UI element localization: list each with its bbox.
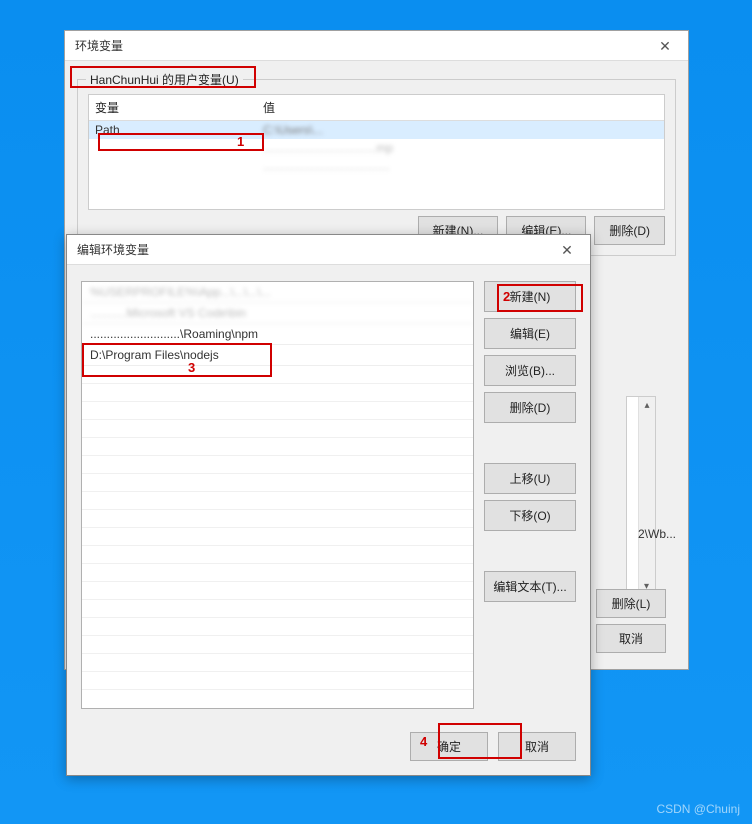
- empty-rows: [82, 366, 473, 709]
- cell-val: ..................................mp: [257, 141, 664, 155]
- annotation-3: 3: [188, 360, 195, 375]
- close-icon[interactable]: ✕: [544, 235, 590, 265]
- dialog2-bottom-buttons: 确定 取消: [410, 732, 576, 761]
- new-button[interactable]: 新建(N): [484, 281, 576, 312]
- annotation-4: 4: [420, 734, 427, 749]
- cell-val: ......................................: [257, 159, 664, 173]
- scrollbar[interactable]: ▴ ▾: [638, 397, 655, 595]
- system-vars-buttons: 删除(L): [596, 589, 666, 618]
- dialog1-bottom-buttons: 取消: [596, 624, 666, 653]
- cell-var: [89, 141, 257, 155]
- edit-button[interactable]: 编辑(E): [484, 318, 576, 349]
- list-item[interactable]: ...........................\Roaming\npm: [82, 324, 473, 345]
- moveup-button[interactable]: 上移(U): [484, 463, 576, 494]
- dialog1-titlebar[interactable]: 环境变量 ✕: [65, 31, 688, 61]
- dialog2-titlebar[interactable]: 编辑环境变量 ✕: [67, 235, 590, 265]
- edittext-button[interactable]: 编辑文本(T)...: [484, 571, 576, 602]
- scroll-track[interactable]: [638, 414, 655, 578]
- table-body: Path C:\Users\... ......................…: [89, 121, 664, 209]
- table-row[interactable]: ......................................: [89, 157, 664, 175]
- watermark: CSDN @Chuinj: [656, 802, 740, 816]
- list-item[interactable]: ...........Microsoft VS Code\bin: [82, 303, 473, 324]
- cancel-button[interactable]: 取消: [498, 732, 576, 761]
- user-vars-legend: HanChunHui 的用户变量(U): [86, 71, 243, 88]
- dialog1-cancel-button[interactable]: 取消: [596, 624, 666, 653]
- annotation-2: 2: [503, 289, 510, 304]
- browse-button[interactable]: 浏览(B)...: [484, 355, 576, 386]
- dialog1-title: 环境变量: [75, 37, 123, 54]
- delete-button[interactable]: 删除(D): [484, 392, 576, 423]
- user-vars-table[interactable]: 变量 值 Path C:\Users\... .................…: [88, 94, 665, 210]
- cell-var: [89, 159, 257, 173]
- dialog2-title: 编辑环境变量: [77, 241, 149, 258]
- list-item[interactable]: %USERPROFILE%\App...\...\...\...: [82, 282, 473, 303]
- scroll-up-icon[interactable]: ▴: [639, 397, 655, 414]
- cell-var: Path: [89, 123, 257, 137]
- table-header: 变量 值: [89, 95, 664, 121]
- system-vars-list[interactable]: ▴ ▾: [626, 396, 656, 596]
- table-row[interactable]: ..................................mp: [89, 139, 664, 157]
- movedown-button[interactable]: 下移(O): [484, 500, 576, 531]
- list-item-nodejs[interactable]: D:\Program Files\nodejs: [82, 345, 473, 366]
- delete-sys-var-button[interactable]: 删除(L): [596, 589, 666, 618]
- path-listbox[interactable]: %USERPROFILE%\App...\...\...\... .......…: [81, 281, 474, 709]
- col-variable: 变量: [89, 99, 257, 116]
- delete-user-var-button[interactable]: 删除(D): [594, 216, 665, 245]
- annotation-1: 1: [237, 134, 244, 149]
- user-vars-group: HanChunHui 的用户变量(U) 变量 值 Path C:\Users\.…: [77, 79, 676, 256]
- dialog2-side-buttons: 新建(N) 编辑(E) 浏览(B)... 删除(D) 上移(U) 下移(O) 编…: [484, 281, 576, 709]
- col-value: 值: [257, 99, 664, 116]
- edit-env-var-dialog: 编辑环境变量 ✕ %USERPROFILE%\App...\...\...\..…: [66, 234, 591, 776]
- system-list-item[interactable]: 2\Wb...: [638, 527, 676, 541]
- dialog2-body: %USERPROFILE%\App...\...\...\... .......…: [67, 265, 590, 723]
- cell-val: C:\Users\...: [257, 123, 664, 137]
- table-row[interactable]: Path C:\Users\...: [89, 121, 664, 139]
- close-icon[interactable]: ✕: [642, 31, 688, 61]
